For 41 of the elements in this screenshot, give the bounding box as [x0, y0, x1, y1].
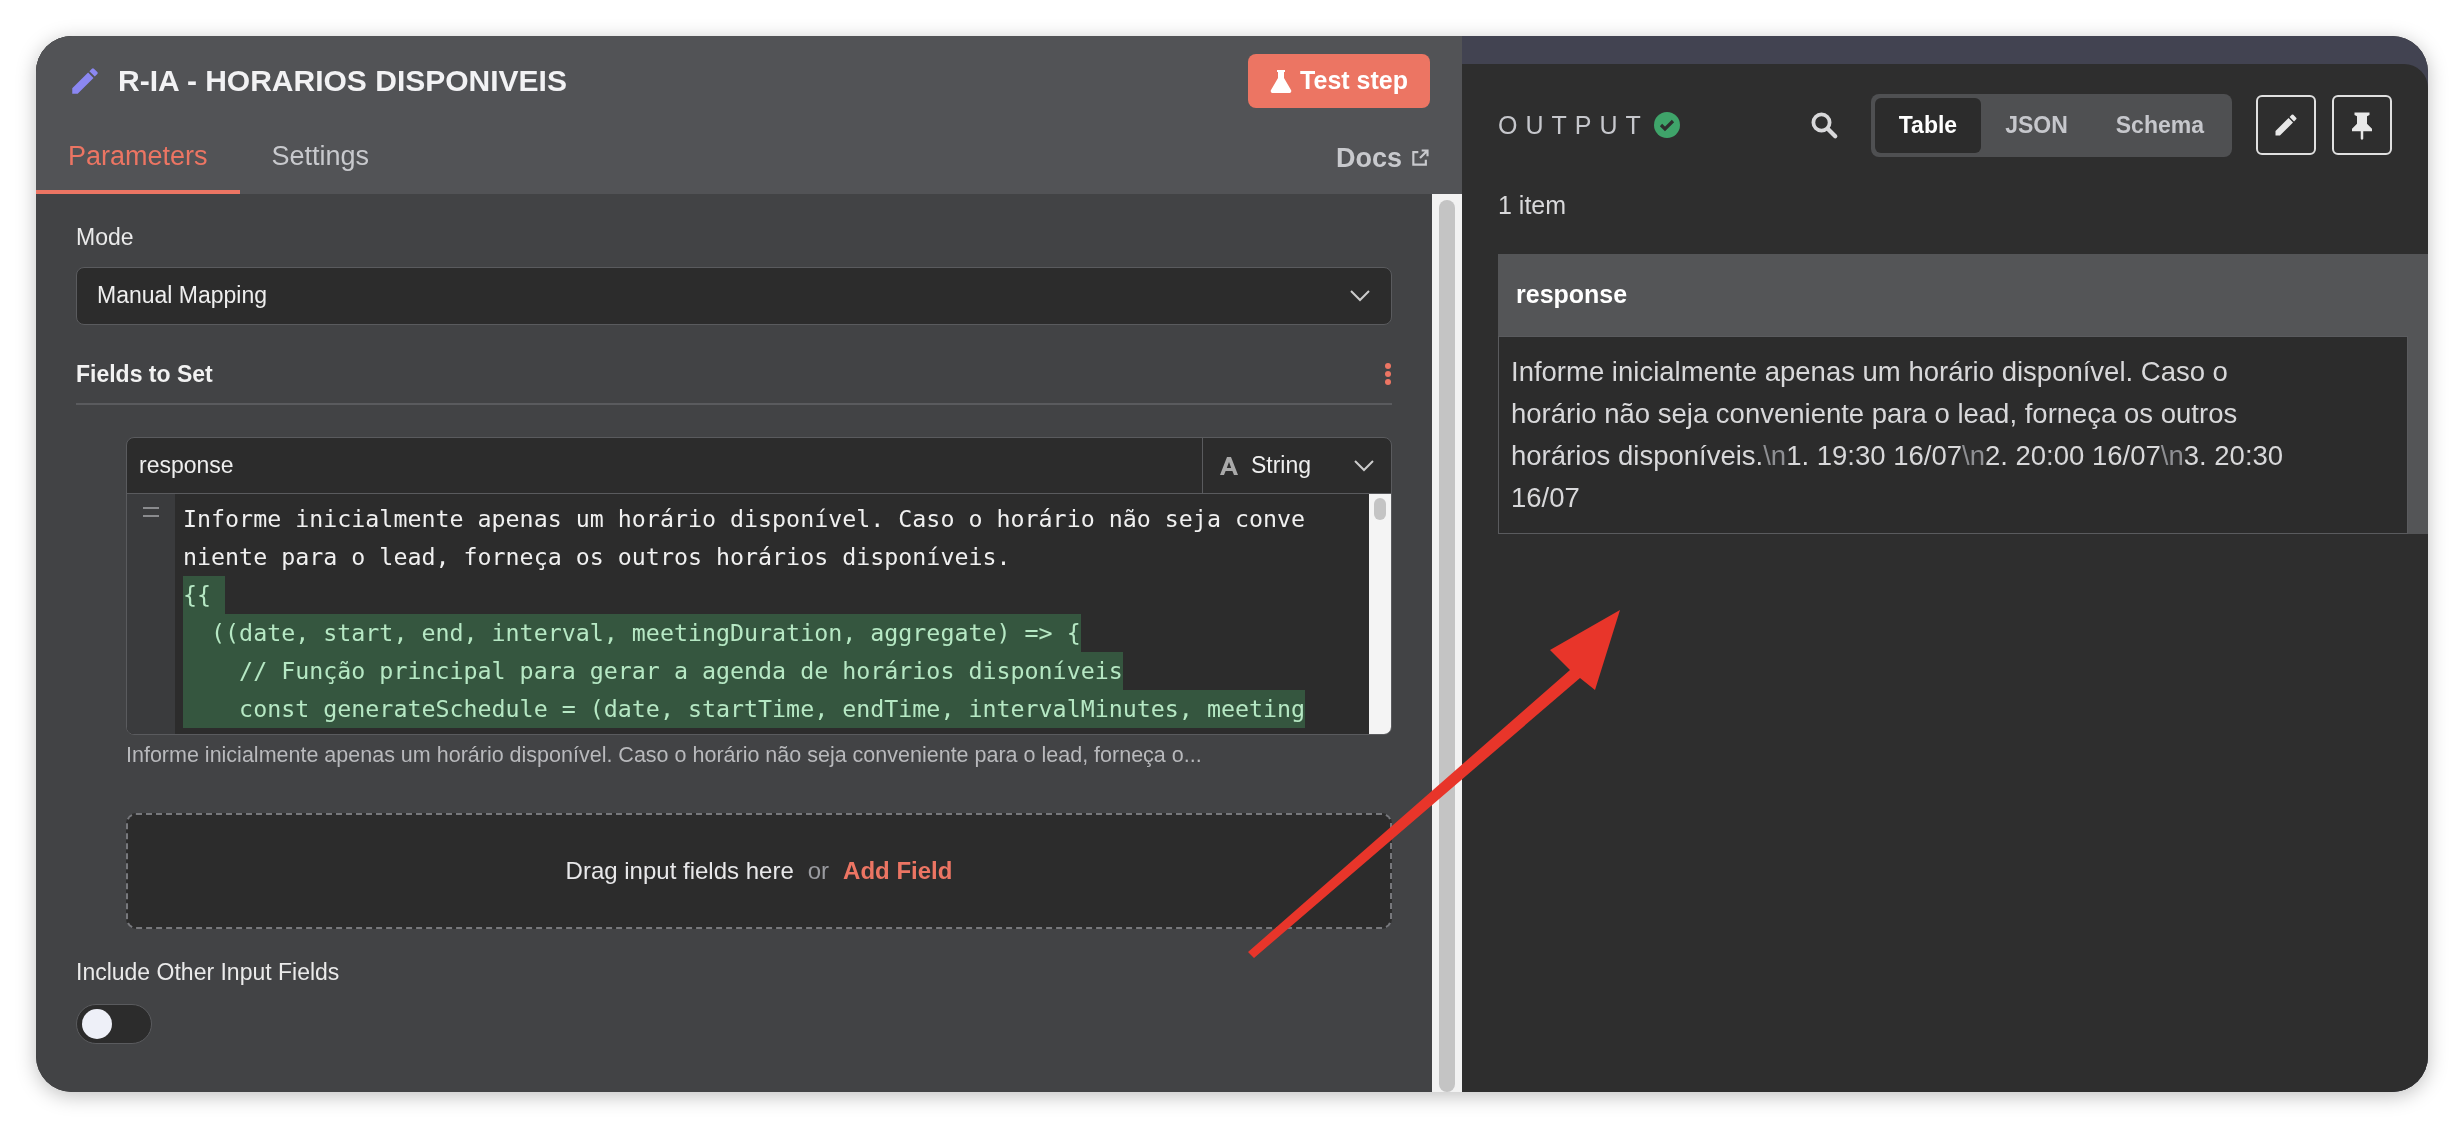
test-step-button[interactable]: Test step	[1248, 54, 1430, 108]
view-tab[interactable]: Table	[1874, 98, 1982, 153]
pin-button[interactable]	[2332, 95, 2392, 156]
or-label: or	[807, 856, 830, 887]
code-line: niente para o lead, forneça os outros horários disponíveis.	[183, 542, 1011, 572]
tab[interactable]: Parameters	[36, 123, 240, 194]
pin-icon	[2349, 110, 2375, 141]
view-tab[interactable]: JSON	[1981, 98, 2092, 153]
success-check-icon	[1652, 111, 1681, 140]
docs-link[interactable]: Docs	[1335, 137, 1430, 194]
toggle-switch[interactable]	[76, 1003, 152, 1044]
expression-editor[interactable]	[127, 494, 1391, 734]
mode-select[interactable]: Manual Mapping	[76, 266, 1392, 325]
view-tab[interactable]: Schema	[2091, 98, 2228, 153]
fold-marker-icon	[142, 506, 160, 518]
field-label: Mode	[76, 223, 135, 252]
search-icon[interactable]	[1808, 110, 1839, 141]
external-link-icon	[1410, 147, 1430, 168]
tab[interactable]: Settings	[239, 123, 402, 194]
drop-zone[interactable]: Drag input fields here or Add Field	[126, 813, 1392, 930]
flask-icon	[1270, 68, 1293, 93]
output-title: OUTPUT	[1498, 109, 1649, 141]
drop-hint: Drag input fields here	[565, 856, 794, 887]
scrollbar[interactable]	[1432, 194, 1462, 1092]
expression-preview: Informe inicialmente apenas um horário disponível. Caso o horário não seja conveniente para o lead, forneça o...	[126, 742, 1202, 769]
type-select[interactable]: String	[1201, 438, 1391, 493]
field-name-input[interactable]: response	[127, 438, 1202, 493]
editor-scrollbar-thumb[interactable]	[1374, 498, 1386, 520]
column-header: response	[1515, 279, 1629, 310]
table-cell: Informe inicialmente apenas um horário disponível. Caso o horário não seja conveniente para o lead, forneça os outros horários disponíveis.\n1. 19:30 16/07\n2. 20:00 16/07\n3. 20:30 16/07	[1498, 335, 2408, 534]
field-label: Include Other Input Fields	[76, 958, 341, 988]
more-options-icon[interactable]	[1384, 361, 1392, 386]
text-type-icon	[1218, 455, 1239, 476]
node-title: R-IA - HORARIOS DISPONIVEIS	[118, 63, 567, 100]
item-count: 1 item	[1498, 189, 1568, 221]
edit-button[interactable]	[2256, 95, 2316, 156]
add-field-link[interactable]: Add Field	[843, 853, 953, 890]
chevron-down-icon	[1349, 288, 1371, 303]
chevron-down-icon	[1353, 458, 1375, 473]
section-label: Fields to Set	[76, 359, 213, 389]
code-line: Informe inicialmente apenas um horário disponível. Caso o horário não seja conve	[183, 504, 1306, 534]
